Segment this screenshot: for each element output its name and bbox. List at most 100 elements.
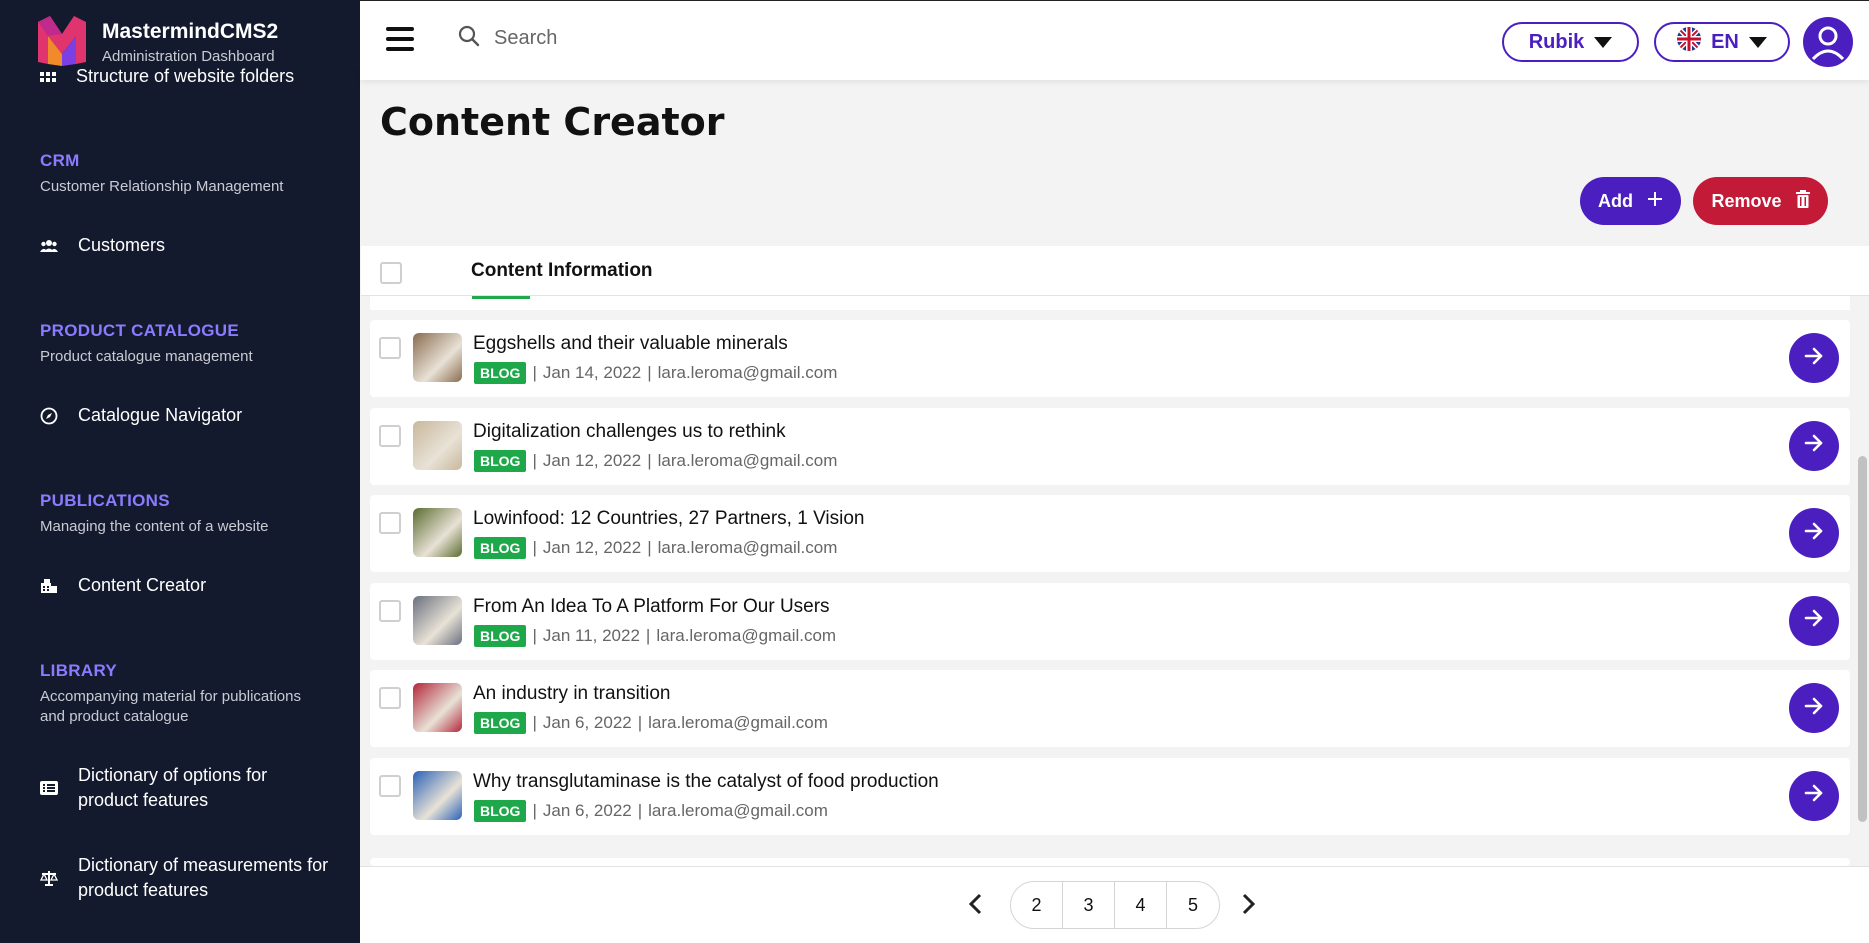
workspace-dropdown[interactable]: Rubik: [1502, 22, 1639, 62]
tag-badge: BLOG: [474, 799, 527, 822]
row-date: Jan 6, 2022: [542, 800, 632, 820]
separator: |: [647, 538, 652, 557]
open-item-button[interactable]: [1789, 595, 1839, 646]
select-all-checkbox[interactable]: [380, 262, 402, 284]
section-library: LIBRARY Accompanying material for public…: [40, 661, 330, 727]
sidebar-item-label: Dictionary of measurements for product f…: [78, 855, 329, 900]
open-item-button[interactable]: [1789, 508, 1839, 558]
section-desc: Accompanying material for publications a…: [40, 688, 301, 725]
row-checkbox[interactable]: [379, 687, 401, 709]
sidebar-item-label: Customers: [78, 235, 166, 255]
grid-icon: [40, 70, 56, 84]
thumbnail-image: [413, 683, 462, 732]
arrow-right-icon: [1804, 522, 1824, 545]
language-dropdown[interactable]: EN: [1654, 22, 1790, 62]
open-item-button[interactable]: [1789, 683, 1839, 733]
table-row[interactable]: Lowinfood: 12 Countries, 27 Partners, 1 …: [370, 495, 1850, 572]
add-button[interactable]: Add: [1580, 177, 1681, 225]
remove-button[interactable]: Remove: [1693, 177, 1828, 225]
page-button[interactable]: 5: [1167, 882, 1219, 928]
row-checkbox[interactable]: [379, 774, 401, 797]
table-row[interactable]: Eggshells and their valuable minerals BLO…: [370, 320, 1850, 397]
trash-icon: [1795, 189, 1810, 213]
row-title: Eggshells and their valuable minerals: [473, 333, 788, 354]
row-checkbox[interactable]: [379, 599, 401, 622]
add-button-label: Add: [1598, 190, 1633, 211]
row-checkbox[interactable]: [379, 424, 401, 447]
plus-icon: [1647, 191, 1663, 212]
search-bar[interactable]: [458, 25, 794, 52]
open-item-button[interactable]: [1789, 333, 1839, 383]
separator: |: [532, 625, 537, 645]
row-author: lara.leroma@gmail.com: [657, 450, 838, 470]
section-desc: Customer Relationship Management: [40, 178, 284, 195]
table-row[interactable]: From An Idea To A Platform For Our Users…: [370, 582, 1850, 660]
table-row[interactable]: Digitalization challenges us to rethink B…: [370, 407, 1850, 485]
avatar[interactable]: [1803, 17, 1853, 67]
separator: |: [637, 713, 643, 732]
arrow-right-icon: [1804, 609, 1824, 632]
open-item-button[interactable]: [1789, 420, 1839, 471]
table-row[interactable]: An industry in transition BLOG | Jan 6, 202…: [370, 670, 1850, 747]
users-icon: [40, 237, 58, 255]
arrow-right-icon: [1804, 347, 1824, 370]
uk-flag-icon: [1677, 27, 1702, 57]
row-date: Jan 6, 2022: [542, 713, 632, 732]
separator: |: [532, 538, 537, 557]
sidebar: Structure of website folders MastermindC…: [0, 0, 360, 943]
row-checkbox[interactable]: [379, 512, 401, 534]
thumbnail-image: [413, 770, 462, 820]
compass-icon: [40, 407, 58, 425]
row-date: Jan 14, 2022: [542, 363, 642, 382]
brand-name: MastermindCMS2: [102, 20, 279, 43]
page-button[interactable]: 2: [1011, 882, 1063, 928]
scrollbar[interactable]: [1856, 246, 1869, 866]
sidebar-item-customers[interactable]: Customers: [40, 233, 165, 258]
section-title: PRODUCT CATALOGUE: [40, 321, 240, 340]
content-icon: [40, 577, 58, 595]
brand[interactable]: MastermindCMS2 Administration Dashboard: [36, 14, 278, 71]
section-title: PUBLICATIONS: [40, 491, 170, 510]
sidebar-item-dictionary-measurements[interactable]: Dictionary of measurements for product f…: [40, 853, 330, 903]
section-title: CRM: [40, 151, 80, 170]
section-crm: CRM Customer Relationship Management: [40, 151, 283, 197]
separator: |: [647, 363, 652, 382]
partial-row: [370, 858, 1850, 866]
sidebar-item-dictionary-options[interactable]: Dictionary of options for product featur…: [40, 763, 330, 813]
row-author: lara.leroma@gmail.com: [648, 713, 828, 732]
open-item-button[interactable]: [1789, 770, 1839, 821]
row-title: Lowinfood: 12 Countries, 27 Partners, 1 …: [473, 508, 865, 529]
page-button[interactable]: 3: [1063, 882, 1115, 928]
row-meta: BLOG | Jan 6, 2022 | lara.leroma@gmail.com: [474, 799, 828, 822]
section-title: LIBRARY: [40, 661, 118, 680]
arrow-right-icon: [1804, 697, 1824, 720]
remove-button-label: Remove: [1711, 190, 1782, 211]
row-author: lara.leroma@gmail.com: [656, 625, 837, 645]
tag-badge: BLOG: [474, 537, 527, 559]
chevron-down-icon: [1748, 31, 1767, 54]
table-row[interactable]: Why transglutaminase is the catalyst of …: [370, 757, 1850, 835]
workspace-label: Rubik: [1528, 30, 1585, 53]
menu-toggle-icon[interactable]: [386, 27, 414, 51]
logo-icon: [36, 14, 88, 71]
page-title: Content Creator: [380, 100, 725, 144]
row-checkbox[interactable]: [379, 337, 401, 359]
brand-subtitle: Administration Dashboard: [102, 48, 275, 65]
row-title: An industry in transition: [473, 683, 671, 704]
partial-row: [370, 296, 1850, 310]
sidebar-item-content-creator[interactable]: Content Creator: [40, 573, 206, 598]
scrollbar-thumb[interactable]: [1858, 456, 1867, 822]
separator: |: [645, 625, 651, 645]
list-icon: [40, 779, 58, 797]
chevron-right-icon[interactable]: [1242, 893, 1256, 920]
chevron-left-icon[interactable]: [968, 893, 982, 920]
pagination-bar: 2 3 4 5: [360, 866, 1869, 943]
sidebar-item-catalogue-navigator[interactable]: Catalogue Navigator: [40, 403, 242, 428]
scale-icon: [40, 869, 58, 887]
section-product-catalogue: PRODUCT CATALOGUE Product catalogue mana…: [40, 321, 253, 367]
row-title: Why transglutaminase is the catalyst of …: [473, 770, 939, 792]
search-input[interactable]: [494, 27, 794, 50]
row-author: lara.leroma@gmail.com: [657, 363, 838, 382]
page-button[interactable]: 4: [1115, 882, 1167, 928]
separator: |: [647, 450, 652, 470]
